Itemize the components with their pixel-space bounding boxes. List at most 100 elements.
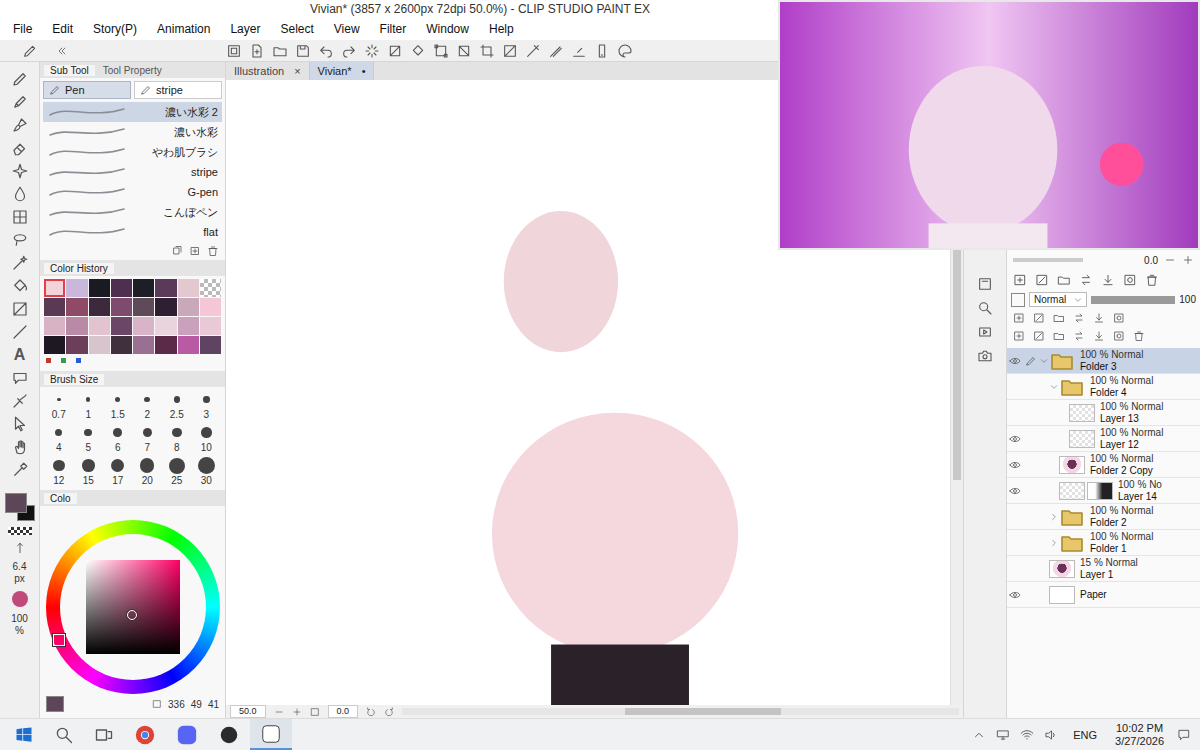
- merge-icon[interactable]: [1093, 312, 1105, 324]
- copy-icon[interactable]: [171, 245, 183, 257]
- hue-marker[interactable]: [53, 634, 65, 646]
- brush-size-option[interactable]: 15: [74, 456, 104, 487]
- deselect-icon[interactable]: [456, 43, 472, 59]
- clear-icon[interactable]: [387, 43, 403, 59]
- main-sub-color[interactable]: [5, 493, 35, 521]
- task-view-icon[interactable]: [84, 725, 124, 745]
- main-color[interactable]: [5, 493, 27, 513]
- merge-icon[interactable]: [1101, 273, 1115, 287]
- brush-size-option[interactable]: 12: [44, 456, 74, 487]
- fit-icon[interactable]: [310, 707, 320, 717]
- palette-icon[interactable]: [617, 43, 633, 59]
- brush-size-option[interactable]: 5: [74, 423, 104, 454]
- grid-icon[interactable]: [11, 208, 29, 226]
- layer-row[interactable]: 100 % Normal Layer 13: [1007, 400, 1200, 426]
- brush-row[interactable]: 濃い水彩: [43, 122, 222, 142]
- panel-tab[interactable]: Tool Property: [97, 65, 168, 76]
- saturation-value-square[interactable]: [86, 560, 180, 654]
- menu-item[interactable]: Window: [426, 22, 469, 36]
- expanded-arrow-icon[interactable]: [1040, 357, 1048, 365]
- eye-icon[interactable]: [1009, 355, 1021, 367]
- balloon-icon[interactable]: [11, 369, 29, 387]
- color-swatch[interactable]: [133, 279, 154, 297]
- reference-image-window[interactable]: [778, 0, 1200, 250]
- menu-item[interactable]: Story(P): [93, 22, 137, 36]
- taskbar-app[interactable]: [250, 719, 292, 750]
- lasso-icon[interactable]: [11, 231, 29, 249]
- new-vector-icon[interactable]: [1035, 273, 1049, 287]
- correction-icon[interactable]: [11, 392, 29, 410]
- color-swatch[interactable]: [111, 298, 132, 316]
- eye-icon[interactable]: [1009, 433, 1021, 445]
- canvas-tab[interactable]: Illustration×: [226, 62, 310, 80]
- camera-icon[interactable]: [977, 348, 993, 364]
- new-icon[interactable]: [249, 43, 265, 59]
- transfer-icon[interactable]: [1073, 312, 1085, 324]
- layer-row[interactable]: 100 % Normal Folder 3: [1007, 348, 1200, 374]
- layer-property-icon[interactable]: [977, 276, 993, 292]
- new-raster-icon[interactable]: [1013, 312, 1025, 324]
- collapsed-arrow-icon[interactable]: [1050, 513, 1058, 521]
- brush-size-option[interactable]: 6: [103, 423, 133, 454]
- mode-icon[interactable]: [152, 699, 162, 709]
- sv-marker[interactable]: [127, 610, 137, 620]
- layer-row[interactable]: 100 % No Layer 14: [1007, 478, 1200, 504]
- new-vector-icon[interactable]: [1033, 312, 1045, 324]
- color-swatch[interactable]: [66, 336, 87, 354]
- brush-size-option[interactable]: 30: [192, 456, 222, 487]
- color-swatch[interactable]: [200, 298, 221, 316]
- opacity-value[interactable]: 100: [1179, 294, 1196, 305]
- color-swatch[interactable]: [44, 279, 65, 297]
- plus-icon[interactable]: [1182, 254, 1194, 266]
- color-swatch[interactable]: [133, 317, 154, 335]
- delete-icon[interactable]: [207, 245, 219, 257]
- undo-icon[interactable]: [318, 43, 334, 59]
- brush-size-option[interactable]: 3: [192, 390, 222, 421]
- show-hidden-icons-icon[interactable]: [967, 728, 991, 742]
- app-icon[interactable]: [226, 43, 242, 59]
- wand-icon[interactable]: [11, 254, 29, 272]
- brush-size-option[interactable]: 17: [103, 456, 133, 487]
- rotate-right-icon[interactable]: [384, 707, 394, 717]
- windows-start-icon[interactable]: [4, 725, 44, 745]
- menu-item[interactable]: Edit: [52, 22, 73, 36]
- color-swatch[interactable]: [44, 317, 65, 335]
- brush-size-option[interactable]: 2: [133, 390, 163, 421]
- minus-icon[interactable]: [1164, 254, 1176, 266]
- mask-icon[interactable]: [1113, 330, 1125, 342]
- wifi-icon[interactable]: [1015, 728, 1039, 742]
- hand-icon[interactable]: [11, 438, 29, 456]
- grid-snap-icon[interactable]: [571, 43, 587, 59]
- pencil-icon[interactable]: [11, 93, 29, 111]
- brush-size-icon[interactable]: [13, 541, 27, 555]
- brush-row[interactable]: G-pen: [43, 182, 222, 202]
- add-icon[interactable]: [189, 245, 201, 257]
- delete-icon[interactable]: [1133, 330, 1145, 342]
- collapsed-arrow-icon[interactable]: [1050, 539, 1058, 547]
- opacity-bar[interactable]: [1091, 296, 1175, 304]
- color-swatch[interactable]: [111, 317, 132, 335]
- eye-icon[interactable]: [1009, 589, 1021, 601]
- color-swatch[interactable]: [133, 298, 154, 316]
- brush-row[interactable]: flat: [43, 222, 222, 242]
- color-swatch[interactable]: [89, 317, 110, 335]
- new-raster-icon[interactable]: [1013, 273, 1027, 287]
- layer-row[interactable]: 15 % Normal Layer 1: [1007, 556, 1200, 582]
- color-swatch[interactable]: [200, 336, 221, 354]
- notification-icon[interactable]: [1172, 728, 1196, 742]
- layer-row[interactable]: 100 % Normal Folder 1: [1007, 530, 1200, 556]
- layer-color-icon[interactable]: [1011, 293, 1025, 307]
- color-swatch[interactable]: [66, 298, 87, 316]
- transparent-color-chip[interactable]: [8, 527, 32, 535]
- color-swatch[interactable]: [111, 279, 132, 297]
- menu-item[interactable]: Help: [489, 22, 514, 36]
- current-color[interactable]: [46, 696, 64, 712]
- new-folder-icon[interactable]: [1053, 312, 1065, 324]
- sparkle-icon[interactable]: [11, 162, 29, 180]
- bucket-icon[interactable]: [11, 277, 29, 295]
- color-swatch[interactable]: [155, 279, 176, 297]
- color-swatch[interactable]: [200, 279, 221, 297]
- pen-icon[interactable]: [11, 70, 29, 88]
- color-swatch[interactable]: [155, 336, 176, 354]
- menu-item[interactable]: Layer: [230, 22, 260, 36]
